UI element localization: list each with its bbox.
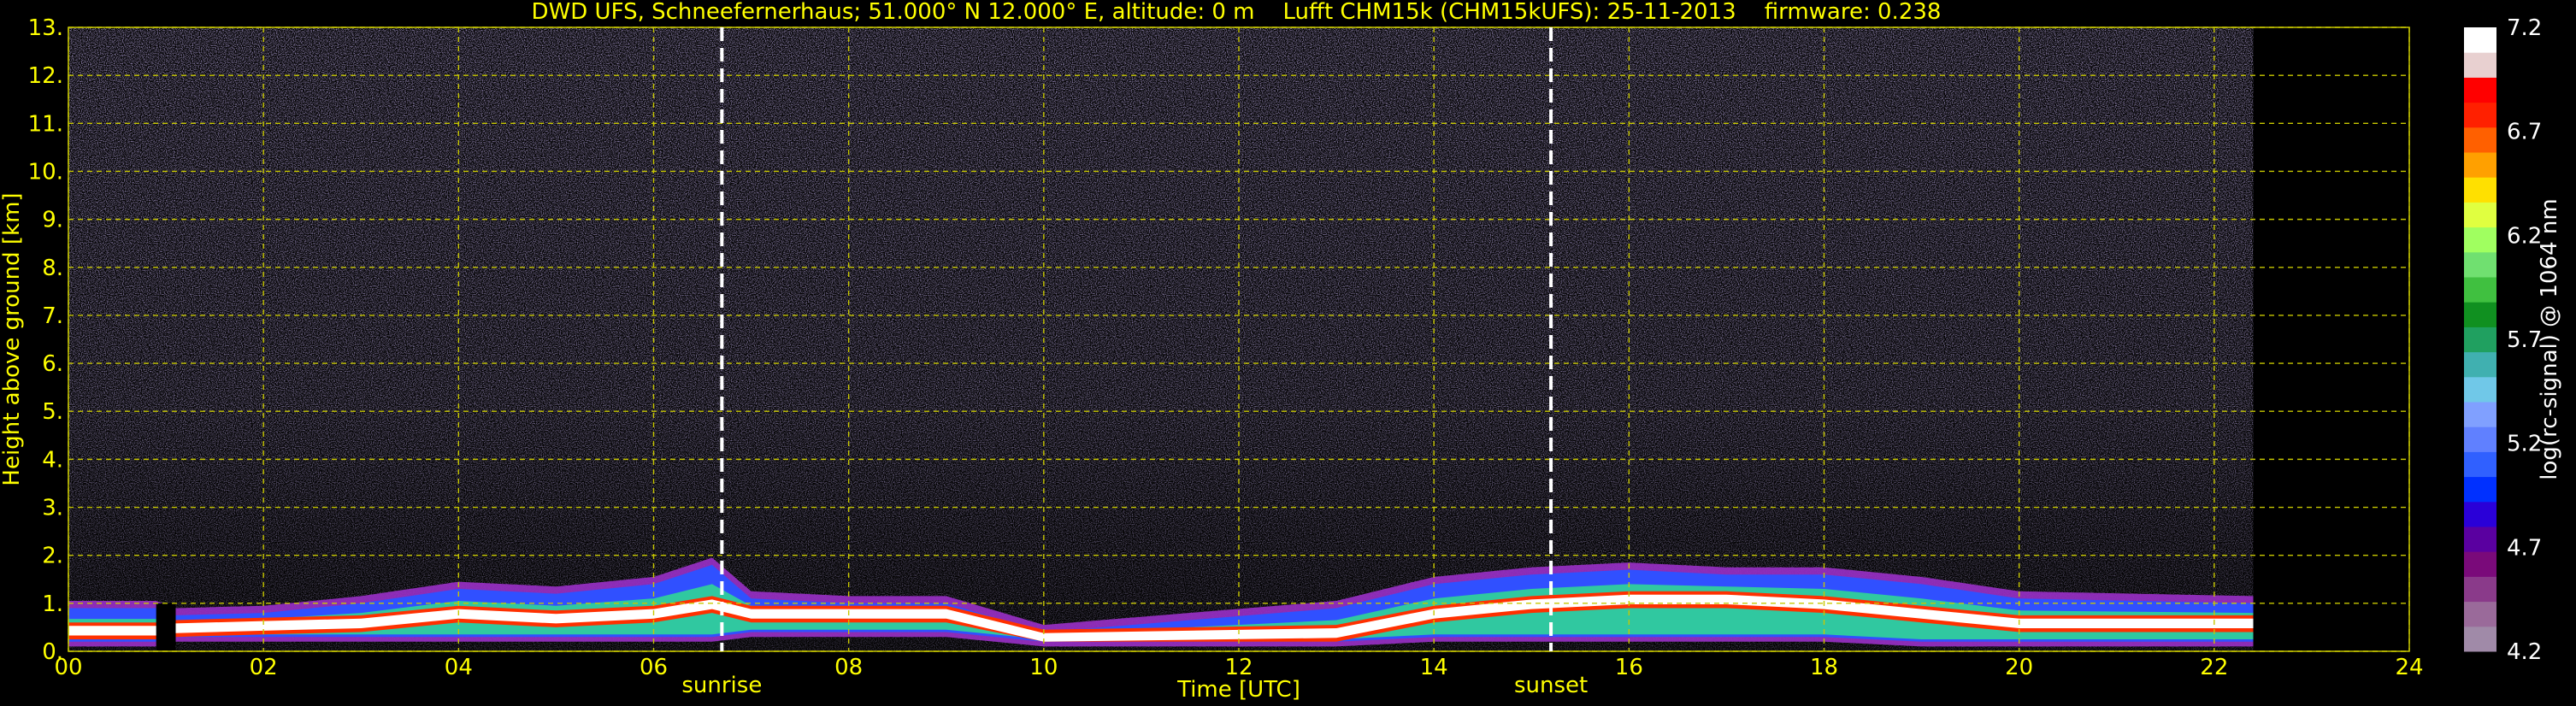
colorbar-tick-label: 4.2: [2507, 639, 2542, 665]
colorbar-segment: [2464, 152, 2496, 178]
y-axis-label: Height above ground [km]: [0, 192, 25, 485]
data-gap: [156, 603, 176, 651]
colorbar-segment: [2464, 251, 2496, 278]
x-tick-label: 20: [2005, 655, 2033, 680]
x-tick-label: 14: [1420, 655, 1448, 680]
x-tick-label: 22: [2200, 655, 2228, 680]
y-tick-label: 4.: [42, 447, 63, 473]
colorbar-segment: [2464, 601, 2496, 627]
y-tick-label: 13.: [28, 15, 63, 41]
colorbar: [2464, 27, 2496, 652]
colorbar-segment: [2464, 501, 2496, 527]
x-tick-label: 24: [2395, 655, 2423, 680]
colorbar-segment: [2464, 52, 2496, 78]
chart-title: DWD UFS, Schneefernerhaus; 51.000° N 12.…: [532, 0, 1942, 25]
colorbar-segment: [2464, 102, 2496, 128]
colorbar-segment: [2464, 451, 2496, 478]
colorbar-segment: [2464, 302, 2496, 327]
colorbar-label: log(rc-signal) @ 1064 nm: [2537, 198, 2562, 479]
x-tick-label: 08: [834, 655, 863, 680]
colorbar-segment: [2464, 202, 2496, 228]
y-tick-label: 6.: [42, 351, 63, 377]
y-tick-label: 0.: [42, 639, 63, 665]
event-label-sunset: sunset: [1514, 673, 1588, 698]
y-tick-label: 12.: [28, 63, 63, 89]
y-tick-label: 7.: [42, 303, 63, 329]
y-tick-label: 2.: [42, 544, 63, 569]
colorbar-segment: [2464, 402, 2496, 427]
colorbar-segment: [2464, 277, 2496, 303]
colorbar-segment: [2464, 327, 2496, 353]
y-tick-label: 3.: [42, 496, 63, 521]
event-label-sunrise: sunrise: [681, 673, 762, 698]
colorbar-segment: [2464, 427, 2496, 452]
x-tick-label: 16: [1615, 655, 1643, 680]
no-data-region: [2253, 27, 2409, 651]
x-tick-label: 04: [445, 655, 473, 680]
colorbar-segment: [2464, 626, 2496, 652]
colorbar-tick-label: 4.7: [2507, 535, 2542, 561]
colorbar-segment: [2464, 551, 2496, 577]
colorbar-segment: [2464, 351, 2496, 378]
y-axis-ticks: 0. 1. 2. 3. 4. 5. 6. 7. 8. 9. 10. 11. 12. 13.: [28, 15, 63, 665]
y-tick-label: 11.: [28, 111, 63, 137]
colorbar-segment: [2464, 527, 2496, 552]
colorbar-segment: [2464, 27, 2496, 53]
x-tick-label: 06: [640, 655, 668, 680]
colorbar-tick-label: 7.2: [2507, 15, 2542, 41]
x-axis-label: Time [UTC]: [1176, 677, 1300, 703]
y-tick-label: 9.: [42, 208, 63, 233]
colorbar-segment: [2464, 576, 2496, 603]
ceilometer-chart: DWD UFS, Schneefernerhaus; 51.000° N 12.…: [0, 0, 2562, 703]
colorbar-tick-label: 6.7: [2507, 120, 2542, 145]
colorbar-segment: [2464, 476, 2496, 503]
y-tick-label: 1.: [42, 591, 63, 617]
colorbar-segment: [2464, 376, 2496, 403]
y-tick-label: 8.: [42, 256, 63, 281]
noise-fade-overlay: [68, 27, 2254, 651]
colorbar-segment: [2464, 177, 2496, 203]
y-tick-label: 10.: [28, 159, 63, 185]
x-tick-label: 10: [1029, 655, 1058, 680]
colorbar-segment: [2464, 77, 2496, 103]
x-tick-label: 02: [250, 655, 278, 680]
x-tick-label: 18: [1810, 655, 1838, 680]
colorbar-segment: [2464, 126, 2496, 153]
y-tick-label: 5.: [42, 399, 63, 425]
colorbar-segment: [2464, 227, 2496, 253]
